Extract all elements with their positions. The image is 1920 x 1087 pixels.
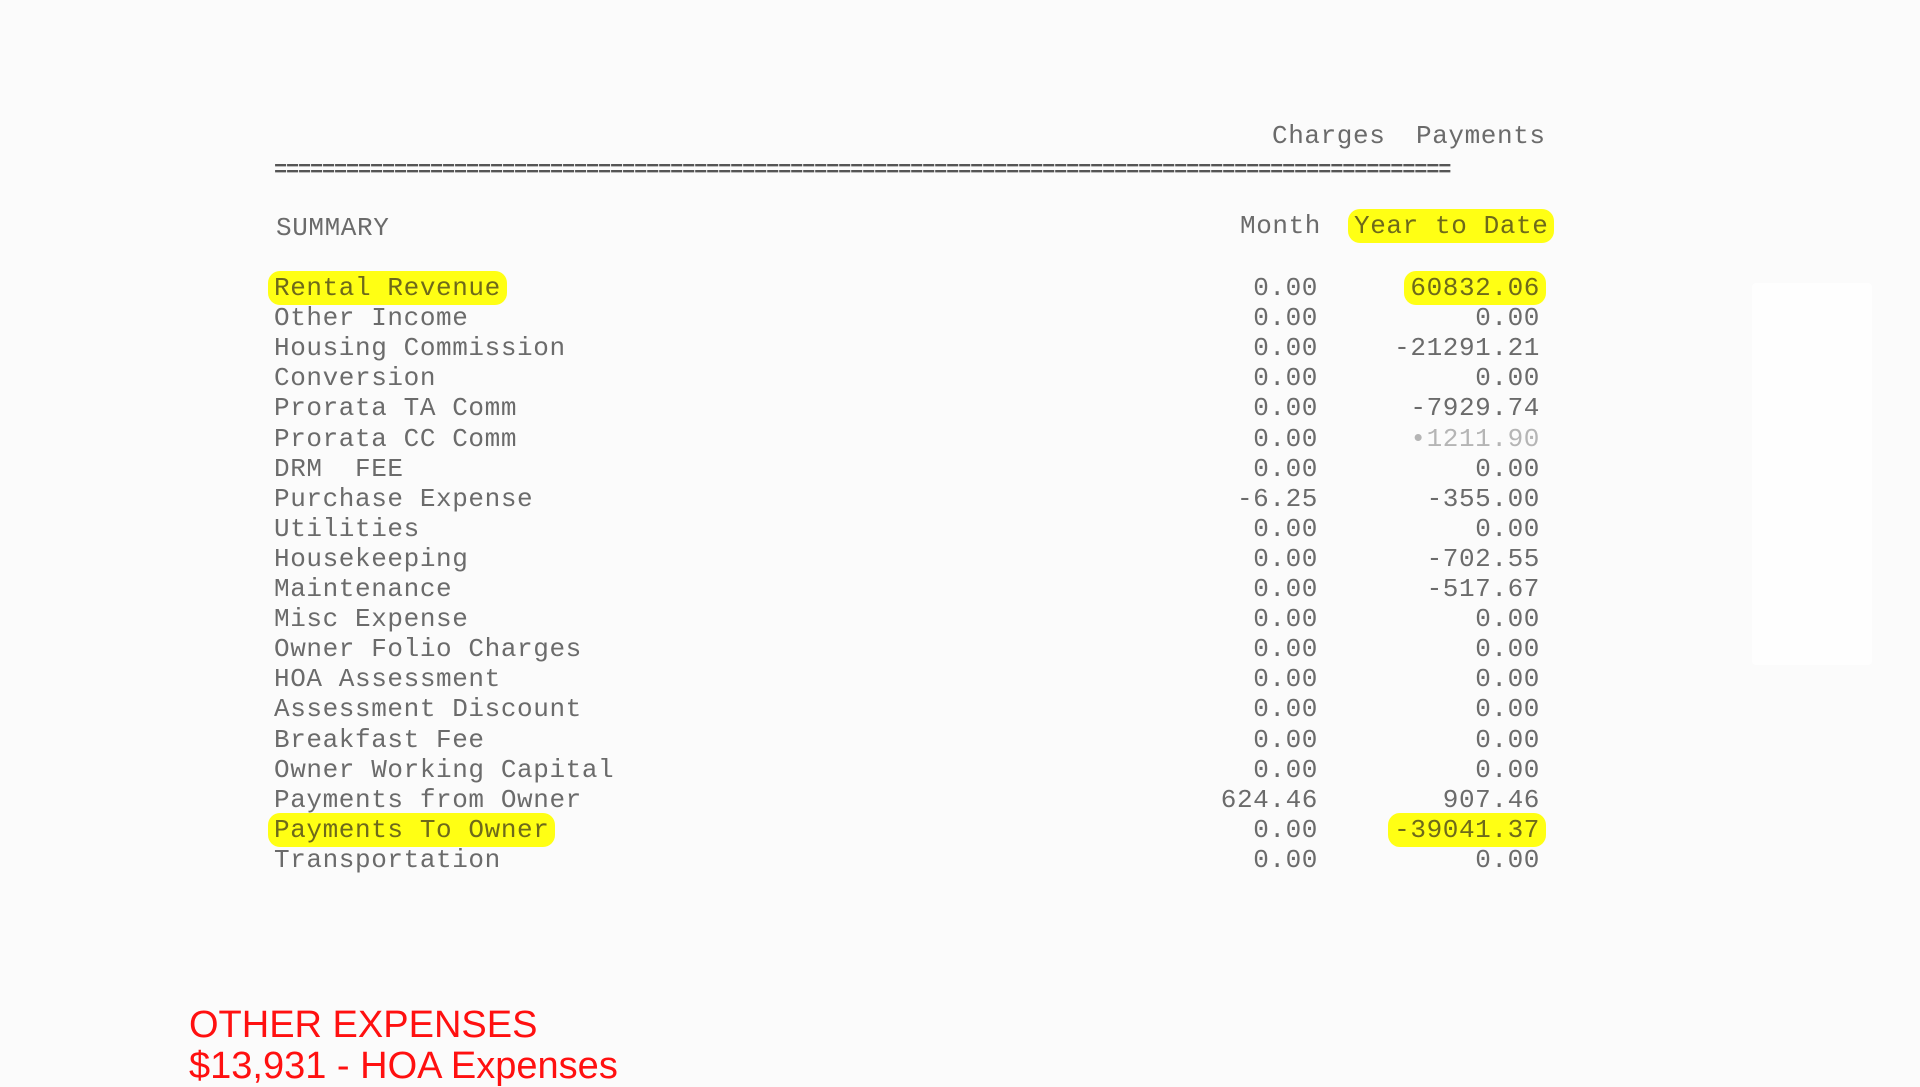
- row-ytd-value: -517.67: [1426, 574, 1540, 604]
- row-label: DRM FEE: [274, 453, 404, 484]
- table-row: Utilities 0.00 0.00: [0, 514, 1920, 544]
- table-row: Housekeeping 0.00 -702.55: [0, 544, 1920, 574]
- row-ytd-value: -39041.37: [1340, 812, 1546, 847]
- column-header-month: Month: [1240, 211, 1322, 241]
- row-ytd-value: 0.00: [1475, 303, 1540, 334]
- row-label: Other Income: [274, 303, 469, 334]
- row-label: Housing Commission: [274, 333, 566, 364]
- table-row: Housing Commission 0.00 -21291.21: [0, 333, 1920, 363]
- row-ytd-value: 0.00: [1475, 634, 1540, 665]
- row-label: Utilities: [274, 513, 420, 544]
- table-row: Rental Revenue 0.00 60832.06: [0, 271, 1920, 305]
- hoa-expenses-note: $13,931 - HOA Expenses: [189, 1045, 618, 1087]
- row-month-value: 0.00: [1253, 754, 1318, 785]
- row-month-value: 0.00: [1253, 844, 1318, 875]
- column-header-charges: Charges: [1272, 121, 1386, 151]
- row-label: Housekeeping: [274, 543, 469, 574]
- table-row: Owner Folio Charges 0.00 0.00: [0, 634, 1920, 664]
- row-month-value: 0.00: [1253, 634, 1318, 665]
- row-ytd-value: -7929.74: [1410, 393, 1540, 424]
- table-row: Owner Working Capital 0.00 0.00: [0, 755, 1920, 785]
- table-row: Breakfast Fee 0.00 0.00: [0, 725, 1920, 755]
- row-label: Owner Folio Charges: [274, 634, 582, 665]
- row-label: Transportation: [274, 844, 501, 875]
- row-ytd-value: 0.00: [1475, 453, 1540, 484]
- row-label: Prorata TA Comm: [274, 393, 518, 424]
- row-ytd-value: 0.00: [1475, 724, 1540, 755]
- row-label: Breakfast Fee: [274, 724, 485, 755]
- row-month-value: 0.00: [1253, 393, 1318, 424]
- row-label-highlight: Rental Revenue: [268, 271, 507, 305]
- row-label: Owner Working Capital: [274, 754, 615, 785]
- row-ytd-value: 0.00: [1475, 604, 1540, 635]
- row-month-value: 624.46: [1220, 784, 1318, 815]
- row-label-highlight: Payments To Owner: [268, 812, 556, 847]
- row-month-value: -6.25: [1236, 483, 1318, 514]
- table-row: Transportation 0.00 0.00: [0, 845, 1920, 875]
- row-month-value: 0.00: [1253, 273, 1318, 303]
- table-row: Prorata TA Comm 0.00 -7929.74: [0, 393, 1920, 423]
- row-label: Prorata CC Comm: [274, 423, 518, 454]
- row-ytd-value: 0.00: [1475, 363, 1540, 394]
- row-ytd-value: 0.00: [1475, 664, 1540, 695]
- row-month-value: 0.00: [1253, 423, 1318, 454]
- row-ytd-value: 0.00: [1475, 754, 1540, 785]
- row-month-value: 0.00: [1253, 814, 1318, 845]
- row-month-value: 0.00: [1253, 604, 1318, 635]
- row-ytd-value-highlight: -39041.37: [1388, 812, 1546, 847]
- table-row: Payments from Owner 624.46 907.46: [0, 785, 1920, 815]
- row-month-value: 0.00: [1253, 543, 1318, 574]
- row-label: Assessment Discount: [274, 694, 582, 725]
- row-ytd-value: -21291.21: [1394, 333, 1540, 364]
- row-label: Maintenance: [274, 574, 453, 604]
- row-label: Misc Expense: [274, 604, 469, 635]
- row-month-value: 0.00: [1253, 333, 1318, 364]
- row-label: Conversion: [274, 363, 437, 394]
- row-ytd-value: •1211.90: [1410, 423, 1540, 454]
- row-label: Purchase Expense: [274, 483, 534, 514]
- row-ytd-value: -702.55: [1426, 543, 1540, 574]
- table-row: Payments To Owner 0.00 -39041.37: [0, 812, 1920, 847]
- table-row: Prorata CC Comm 0.00 •1211.90: [0, 424, 1920, 454]
- row-label: Rental Revenue: [268, 271, 507, 305]
- column-header-payments: Payments: [1416, 121, 1546, 151]
- row-ytd-value: 0.00: [1475, 694, 1540, 725]
- table-row: Maintenance 0.00 -517.67: [0, 574, 1920, 604]
- row-ytd-value: 60832.06: [1340, 271, 1546, 305]
- row-ytd-value: 907.46: [1442, 784, 1540, 815]
- table-row: Conversion 0.00 0.00: [0, 363, 1920, 393]
- table-row: DRM FEE 0.00 0.00: [0, 454, 1920, 484]
- row-ytd-value: 0.00: [1475, 844, 1540, 875]
- row-month-value: 0.00: [1253, 664, 1318, 695]
- table-row: Other Income 0.00 0.00: [0, 303, 1920, 333]
- row-label: Payments from Owner: [274, 784, 582, 815]
- row-label: Payments To Owner: [268, 812, 556, 847]
- table-row: HOA Assessment 0.00 0.00: [0, 664, 1920, 694]
- row-label: HOA Assessment: [274, 664, 501, 695]
- table-row: Misc Expense 0.00 0.00: [0, 604, 1920, 634]
- summary-title: SUMMARY: [276, 213, 390, 243]
- table-row: Purchase Expense -6.25 -355.00: [0, 484, 1920, 514]
- row-month-value: 0.00: [1253, 303, 1318, 334]
- row-ytd-value-highlight: 60832.06: [1404, 271, 1546, 305]
- row-month-value: 0.00: [1253, 574, 1318, 604]
- row-month-value: 0.00: [1253, 453, 1318, 484]
- row-ytd-value: 0.00: [1475, 513, 1540, 544]
- double-rule-divider: ========================================…: [274, 158, 1451, 176]
- row-month-value: 0.00: [1253, 694, 1318, 725]
- ytd-highlight: Year to Date: [1348, 209, 1555, 243]
- row-ytd-value: -355.00: [1426, 483, 1540, 514]
- row-month-value: 0.00: [1253, 724, 1318, 755]
- table-row: Assessment Discount 0.00 0.00: [0, 694, 1920, 724]
- row-month-value: 0.00: [1253, 363, 1318, 394]
- row-month-value: 0.00: [1253, 513, 1318, 544]
- column-header-year-to-date: Year to Date: [1348, 209, 1555, 243]
- other-expenses-title: OTHER EXPENSES: [189, 1004, 538, 1046]
